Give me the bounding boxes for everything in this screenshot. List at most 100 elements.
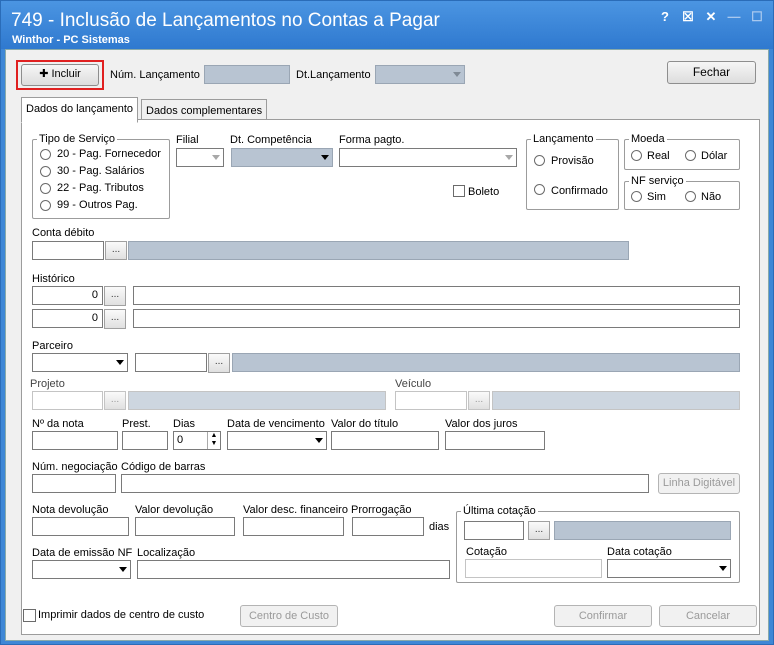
valor-juros-field[interactable]: [445, 431, 545, 450]
filial-label: Filial: [176, 134, 199, 146]
veiculo-code[interactable]: [395, 391, 467, 410]
tipo-servico-radio-22[interactable]: [40, 183, 51, 194]
linha-digitavel-button[interactable]: Linha Digitável: [658, 473, 740, 494]
tipo-servico-opt-22: 22 - Pag. Tributos: [57, 182, 144, 194]
provisao-radio[interactable]: [534, 155, 545, 166]
valor-titulo-label: Valor do título: [331, 418, 399, 430]
dias-suffix: dias: [429, 521, 450, 533]
dt-competencia-combo[interactable]: [231, 148, 333, 167]
lancamento-group: Lançamento: [526, 133, 619, 210]
veiculo-lookup-button[interactable]: ...: [468, 391, 490, 410]
data-vencimento-combo[interactable]: [227, 431, 327, 450]
ultima-cotacao-code[interactable]: [464, 521, 524, 540]
dt-lancamento-combo[interactable]: [375, 65, 465, 84]
historico-code-2[interactable]: 0: [32, 309, 103, 328]
nro-nota-label: Nº da nota: [32, 418, 84, 430]
help-button[interactable]: ?: [657, 9, 673, 25]
confirmado-radio[interactable]: [534, 184, 545, 195]
nao-label: Não: [701, 191, 722, 203]
conta-debito-field[interactable]: [32, 241, 104, 260]
spin-down-icon[interactable]: ▼: [211, 440, 218, 447]
tipo-servico-radio-20[interactable]: [40, 149, 51, 160]
confirmado-label: Confirmado: [551, 185, 608, 197]
nota-devolucao-field[interactable]: [32, 517, 129, 536]
confirmar-button[interactable]: Confirmar: [554, 605, 652, 627]
ultima-cotacao-desc: [554, 521, 731, 540]
title-bar: 749 - Inclusão de Lançamentos no Contas …: [1, 1, 773, 49]
projeto-code[interactable]: [32, 391, 103, 410]
boleto-label: Boleto: [468, 186, 500, 198]
nao-radio[interactable]: [685, 191, 696, 202]
cancelar-button[interactable]: Cancelar: [659, 605, 757, 627]
real-radio[interactable]: [631, 150, 642, 161]
imprimir-cc-label: Imprimir dados de centro de custo: [38, 609, 205, 621]
ultima-cotacao-label: Última cotação: [461, 505, 538, 517]
num-negociacao-label: Núm. negociação: [32, 461, 118, 473]
maximize-button[interactable]: ☐: [749, 9, 765, 25]
data-cotacao-label: Data cotação: [607, 546, 672, 558]
boleto-checkbox[interactable]: [453, 185, 465, 197]
valor-devolucao-label: Valor devolução: [135, 504, 214, 516]
dias-label: Dias: [173, 418, 196, 430]
projeto-label: Projeto: [30, 378, 65, 390]
valor-titulo-field[interactable]: [331, 431, 439, 450]
tipo-servico-radio-30[interactable]: [40, 166, 51, 177]
fechar-button[interactable]: Fechar: [667, 61, 756, 84]
historico-text-1[interactable]: [133, 286, 740, 305]
sim-radio[interactable]: [631, 191, 642, 202]
centro-custo-button[interactable]: Centro de Custo: [240, 605, 338, 627]
dt-lancamento-label: Dt.Lançamento: [296, 69, 371, 81]
close-small-icon[interactable]: ✕: [703, 9, 719, 25]
spin-up-icon[interactable]: ▲: [211, 432, 218, 439]
valor-devolucao-field[interactable]: [135, 517, 235, 536]
parceiro-code[interactable]: [135, 353, 207, 372]
conta-debito-lookup-button[interactable]: ...: [105, 241, 127, 260]
historico-text-2[interactable]: [133, 309, 740, 328]
conta-debito-label: Conta débito: [32, 227, 95, 239]
prest-label: Prest.: [122, 418, 151, 430]
filial-combo[interactable]: [176, 148, 224, 167]
tab-dados-lancamento[interactable]: Dados do lançamento: [21, 97, 139, 123]
valor-desc-financeiro-label: Valor desc. financeiro: [243, 504, 348, 516]
prorrogacao-field[interactable]: [352, 517, 424, 536]
cotacao-label: Cotação: [466, 546, 507, 558]
incluir-button[interactable]: ✚ Incluir: [21, 64, 99, 86]
nro-nota-field[interactable]: [32, 431, 118, 450]
moeda-label: Moeda: [629, 133, 667, 145]
real-label: Real: [647, 150, 670, 162]
historico-code-1[interactable]: 0: [32, 286, 103, 305]
localizacao-field[interactable]: [137, 560, 450, 579]
tipo-servico-radio-99[interactable]: [40, 200, 51, 211]
ultima-cotacao-lookup-button[interactable]: ...: [528, 521, 550, 540]
imprimir-cc-checkbox[interactable]: [23, 609, 36, 622]
historico-lookup-2[interactable]: ...: [104, 309, 126, 329]
dolar-radio[interactable]: [685, 150, 696, 161]
codigo-barras-field[interactable]: [121, 474, 649, 493]
projeto-lookup-button[interactable]: ...: [104, 391, 126, 410]
valor-desc-financeiro-field[interactable]: [243, 517, 344, 536]
veiculo-desc: [492, 391, 740, 410]
dias-spinner[interactable]: ▲ ▼: [207, 432, 220, 449]
tipo-servico-opt-99: 99 - Outros Pag.: [57, 199, 138, 211]
tipo-servico-label: Tipo de Serviço: [37, 133, 118, 145]
historico-lookup-1[interactable]: ...: [104, 286, 126, 306]
historico-label: Histórico: [32, 273, 75, 285]
cotacao-field[interactable]: [465, 559, 602, 578]
edit-icon[interactable]: ☒: [680, 9, 696, 25]
minimize-button[interactable]: —: [726, 9, 742, 25]
codigo-barras-label: Código de barras: [121, 461, 206, 473]
num-lancamento-field[interactable]: [204, 65, 290, 84]
parceiro-label: Parceiro: [32, 340, 73, 352]
data-emissao-nf-combo[interactable]: [32, 560, 131, 579]
client-area: ✚ Incluir Núm. Lançamento Dt.Lançamento …: [5, 49, 769, 641]
tipo-servico-opt-30: 30 - Pag. Salários: [57, 165, 145, 177]
data-cotacao-combo[interactable]: [607, 559, 731, 578]
prest-field[interactable]: [122, 431, 168, 450]
forma-pagto-combo[interactable]: [339, 148, 517, 167]
parceiro-combo[interactable]: [32, 353, 128, 372]
num-negociacao-field[interactable]: [32, 474, 116, 493]
data-emissao-nf-label: Data de emissão NF: [32, 547, 133, 559]
conta-debito-desc: [128, 241, 629, 260]
parceiro-lookup-button[interactable]: ...: [208, 353, 230, 373]
provisao-label: Provisão: [551, 155, 594, 167]
